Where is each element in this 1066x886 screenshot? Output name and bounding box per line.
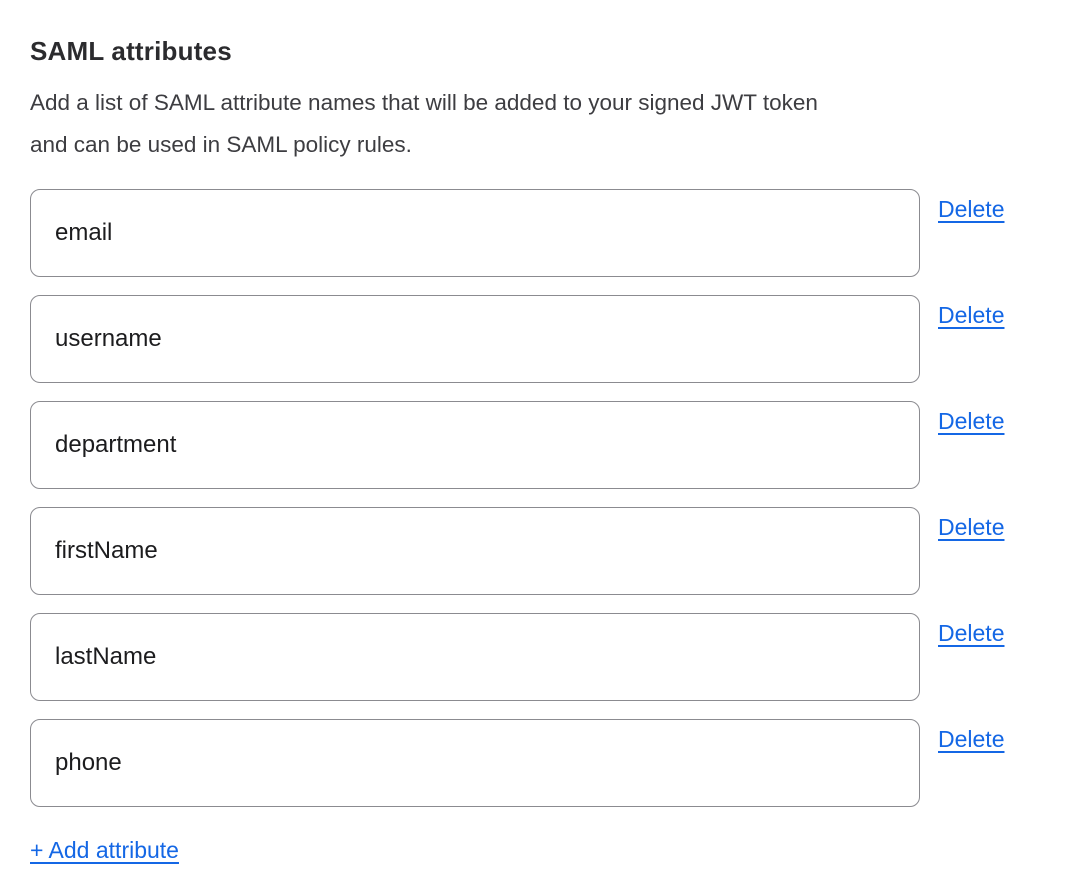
delete-attribute-link[interactable]: Delete — [938, 196, 1004, 223]
add-attribute-link[interactable]: + Add attribute — [30, 837, 179, 864]
attribute-row: Delete — [30, 189, 1036, 277]
attribute-input[interactable] — [30, 189, 920, 277]
delete-attribute-link[interactable]: Delete — [938, 726, 1004, 753]
delete-attribute-link[interactable]: Delete — [938, 408, 1004, 435]
page: SAML attributes Add a list of SAML attri… — [0, 0, 1066, 886]
saml-attributes-section: SAML attributes Add a list of SAML attri… — [0, 0, 1066, 864]
attribute-row: Delete — [30, 295, 1036, 383]
attribute-input[interactable] — [30, 401, 920, 489]
attribute-row: Delete — [30, 613, 1036, 701]
attribute-row: Delete — [30, 507, 1036, 595]
section-description: Add a list of SAML attribute names that … — [30, 82, 1030, 166]
delete-attribute-link[interactable]: Delete — [938, 514, 1004, 541]
delete-attribute-link[interactable]: Delete — [938, 620, 1004, 647]
attribute-rows: Delete Delete Delete Delete Delete Delet… — [30, 189, 1036, 807]
section-title: SAML attributes — [30, 36, 1036, 67]
attribute-input[interactable] — [30, 613, 920, 701]
attribute-input[interactable] — [30, 719, 920, 807]
attribute-input[interactable] — [30, 295, 920, 383]
delete-attribute-link[interactable]: Delete — [938, 302, 1004, 329]
section-description-line-2: and can be used in SAML policy rules. — [30, 132, 412, 157]
attribute-row: Delete — [30, 719, 1036, 807]
section-description-line-1: Add a list of SAML attribute names that … — [30, 90, 818, 115]
attribute-input[interactable] — [30, 507, 920, 595]
attribute-row: Delete — [30, 401, 1036, 489]
